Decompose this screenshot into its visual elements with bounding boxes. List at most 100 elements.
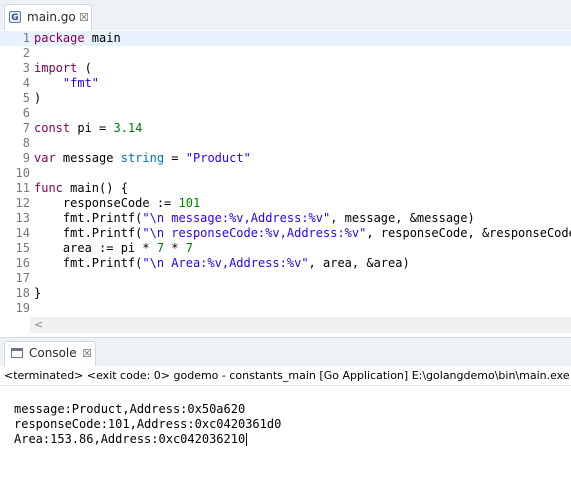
code-token: area := pi * — [34, 241, 157, 255]
code-line[interactable]: 4 "fmt" — [0, 76, 571, 91]
line-number: 8 — [22, 136, 30, 150]
output-line: message:Product,Address:0x50a620 — [0, 402, 571, 417]
tab-main-go[interactable]: G main.go ☒ — [4, 4, 92, 30]
code-token: import — [34, 61, 78, 75]
code-editor[interactable]: G main.go ☒ 1 package main 2 3 import (4 "fm… — [0, 0, 571, 337]
code-token: ( — [77, 61, 92, 75]
code-token: "fmt" — [62, 76, 100, 90]
code-token: string — [120, 151, 165, 165]
line-number: 1 — [22, 31, 30, 45]
line-number: 16 — [15, 256, 30, 270]
code-token: = — [164, 151, 186, 165]
code-token: 101 — [178, 196, 201, 210]
line-number: 2 — [22, 46, 30, 60]
code-line[interactable]: 7 const pi = 3.14 — [0, 121, 571, 136]
line-number: 15 — [15, 241, 30, 255]
console-icon — [11, 348, 23, 358]
output-line: Area:153.86,Address:0xc042036210 — [0, 432, 571, 447]
go-file-icon: G — [9, 11, 21, 23]
code-line[interactable]: 1 package main — [0, 31, 571, 46]
line-content: } — [34, 286, 41, 301]
code-token: main — [84, 31, 121, 45]
line-number: 18 — [15, 286, 30, 300]
output-text: message:Product,Address:0x50a620 — [14, 402, 246, 416]
line-number: 19 — [15, 301, 30, 315]
code-token: fmt.Printf( — [34, 226, 143, 240]
code-token: 7 — [156, 241, 165, 255]
code-token: const — [34, 121, 71, 135]
code-line[interactable]: 2 — [0, 46, 571, 61]
line-number: 4 — [22, 76, 30, 90]
code-line[interactable]: 18} — [0, 286, 571, 301]
code-line[interactable]: 3 import ( — [0, 61, 571, 76]
divider — [0, 385, 571, 386]
code-token: "\n responseCode:%v,Address:%v" — [142, 226, 367, 240]
line-content: "fmt" — [34, 76, 99, 91]
code-token: ) — [34, 91, 42, 105]
code-line[interactable]: 19 — [0, 301, 571, 316]
code-token: } — [34, 286, 42, 300]
line-number: 17 — [15, 271, 30, 285]
code-token: , responseCode, &responseCode) — [366, 226, 571, 240]
code-token: main() { — [62, 181, 128, 195]
code-line[interactable]: 15 area := pi * 7 * 7 — [0, 241, 571, 256]
console-tab-label: Console — [29, 346, 77, 360]
editor-tab-bar: G main.go ☒ — [0, 0, 571, 30]
code-token: pi = — [70, 121, 114, 135]
line-number: 10 — [15, 166, 30, 180]
code-line[interactable]: 10 — [0, 166, 571, 181]
line-content: var message string = "Product" — [34, 151, 251, 166]
scroll-left-icon[interactable]: < — [34, 317, 43, 333]
line-number: 12 — [15, 196, 30, 210]
code-token: 3.14 — [113, 121, 143, 135]
code-line[interactable]: 14 fmt.Printf("\n responseCode:%v,Addres… — [0, 226, 571, 241]
line-content: fmt.Printf("\n message:%v,Address:%v", m… — [34, 211, 475, 226]
code-line[interactable]: 17 — [0, 271, 571, 286]
tab-label: main.go — [27, 10, 76, 24]
code-line[interactable]: 6 — [0, 106, 571, 121]
code-token: "Product" — [185, 151, 251, 165]
line-number: 5 — [22, 91, 30, 105]
code-token: fmt.Printf( — [34, 256, 143, 270]
close-tab-icon[interactable]: ☒ — [79, 10, 89, 25]
code-line[interactable]: 5) — [0, 91, 571, 106]
code-line[interactable]: 11 func main() { — [0, 181, 571, 196]
code-token: , message, &message) — [330, 211, 475, 225]
line-number: 11 — [15, 181, 30, 195]
output-text: responseCode:101,Address:0xc0420361d0 — [14, 417, 282, 431]
code-area[interactable]: 1 package main 2 3 import (4 "fmt" 5) 6 7 const … — [0, 31, 571, 317]
output-text: Area:153.86,Address:0xc042036210 — [14, 432, 246, 446]
code-token: func — [34, 181, 63, 195]
code-token: , area, &area) — [308, 256, 410, 270]
text-caret — [246, 433, 248, 446]
code-token: "\n message:%v,Address:%v" — [142, 211, 331, 225]
line-number: 3 — [22, 61, 30, 75]
code-token: responseCode := — [34, 196, 179, 210]
close-console-icon[interactable]: ☒ — [82, 346, 92, 361]
code-token: message — [55, 151, 121, 165]
code-token: 7 — [185, 241, 193, 255]
line-content: fmt.Printf("\n Area:%v,Address:%v", area… — [34, 256, 410, 271]
line-content: responseCode := 101 — [34, 196, 200, 211]
code-token: var — [34, 151, 56, 165]
code-line[interactable]: 9 var message string = "Product" — [0, 151, 571, 166]
line-content: import ( — [34, 61, 92, 76]
console-view: Console ☒ <terminated> <exit code: 0> go… — [0, 337, 571, 481]
line-number: 13 — [15, 211, 30, 225]
code-line[interactable]: 13 fmt.Printf("\n message:%v,Address:%v"… — [0, 211, 571, 226]
code-token: "\n Area:%v,Address:%v" — [142, 256, 309, 270]
process-status: <terminated> <exit code: 0> godemo - con… — [4, 369, 571, 382]
line-content: const pi = 3.14 — [34, 121, 142, 136]
code-token: fmt.Printf( — [34, 211, 143, 225]
line-content: func main() { — [34, 181, 128, 196]
horizontal-scrollbar[interactable]: < — [30, 317, 571, 333]
tab-console[interactable]: Console ☒ — [4, 341, 96, 366]
code-line[interactable]: 12 responseCode := 101 — [0, 196, 571, 211]
line-content: area := pi * 7 * 7 — [34, 241, 193, 256]
console-output[interactable]: message:Product,Address:0x50a620 response… — [0, 402, 571, 447]
code-token: * — [164, 241, 186, 255]
code-line[interactable]: 16 fmt.Printf("\n Area:%v,Address:%v", a… — [0, 256, 571, 271]
code-line[interactable]: 8 — [0, 136, 571, 151]
line-number: 14 — [15, 226, 30, 240]
